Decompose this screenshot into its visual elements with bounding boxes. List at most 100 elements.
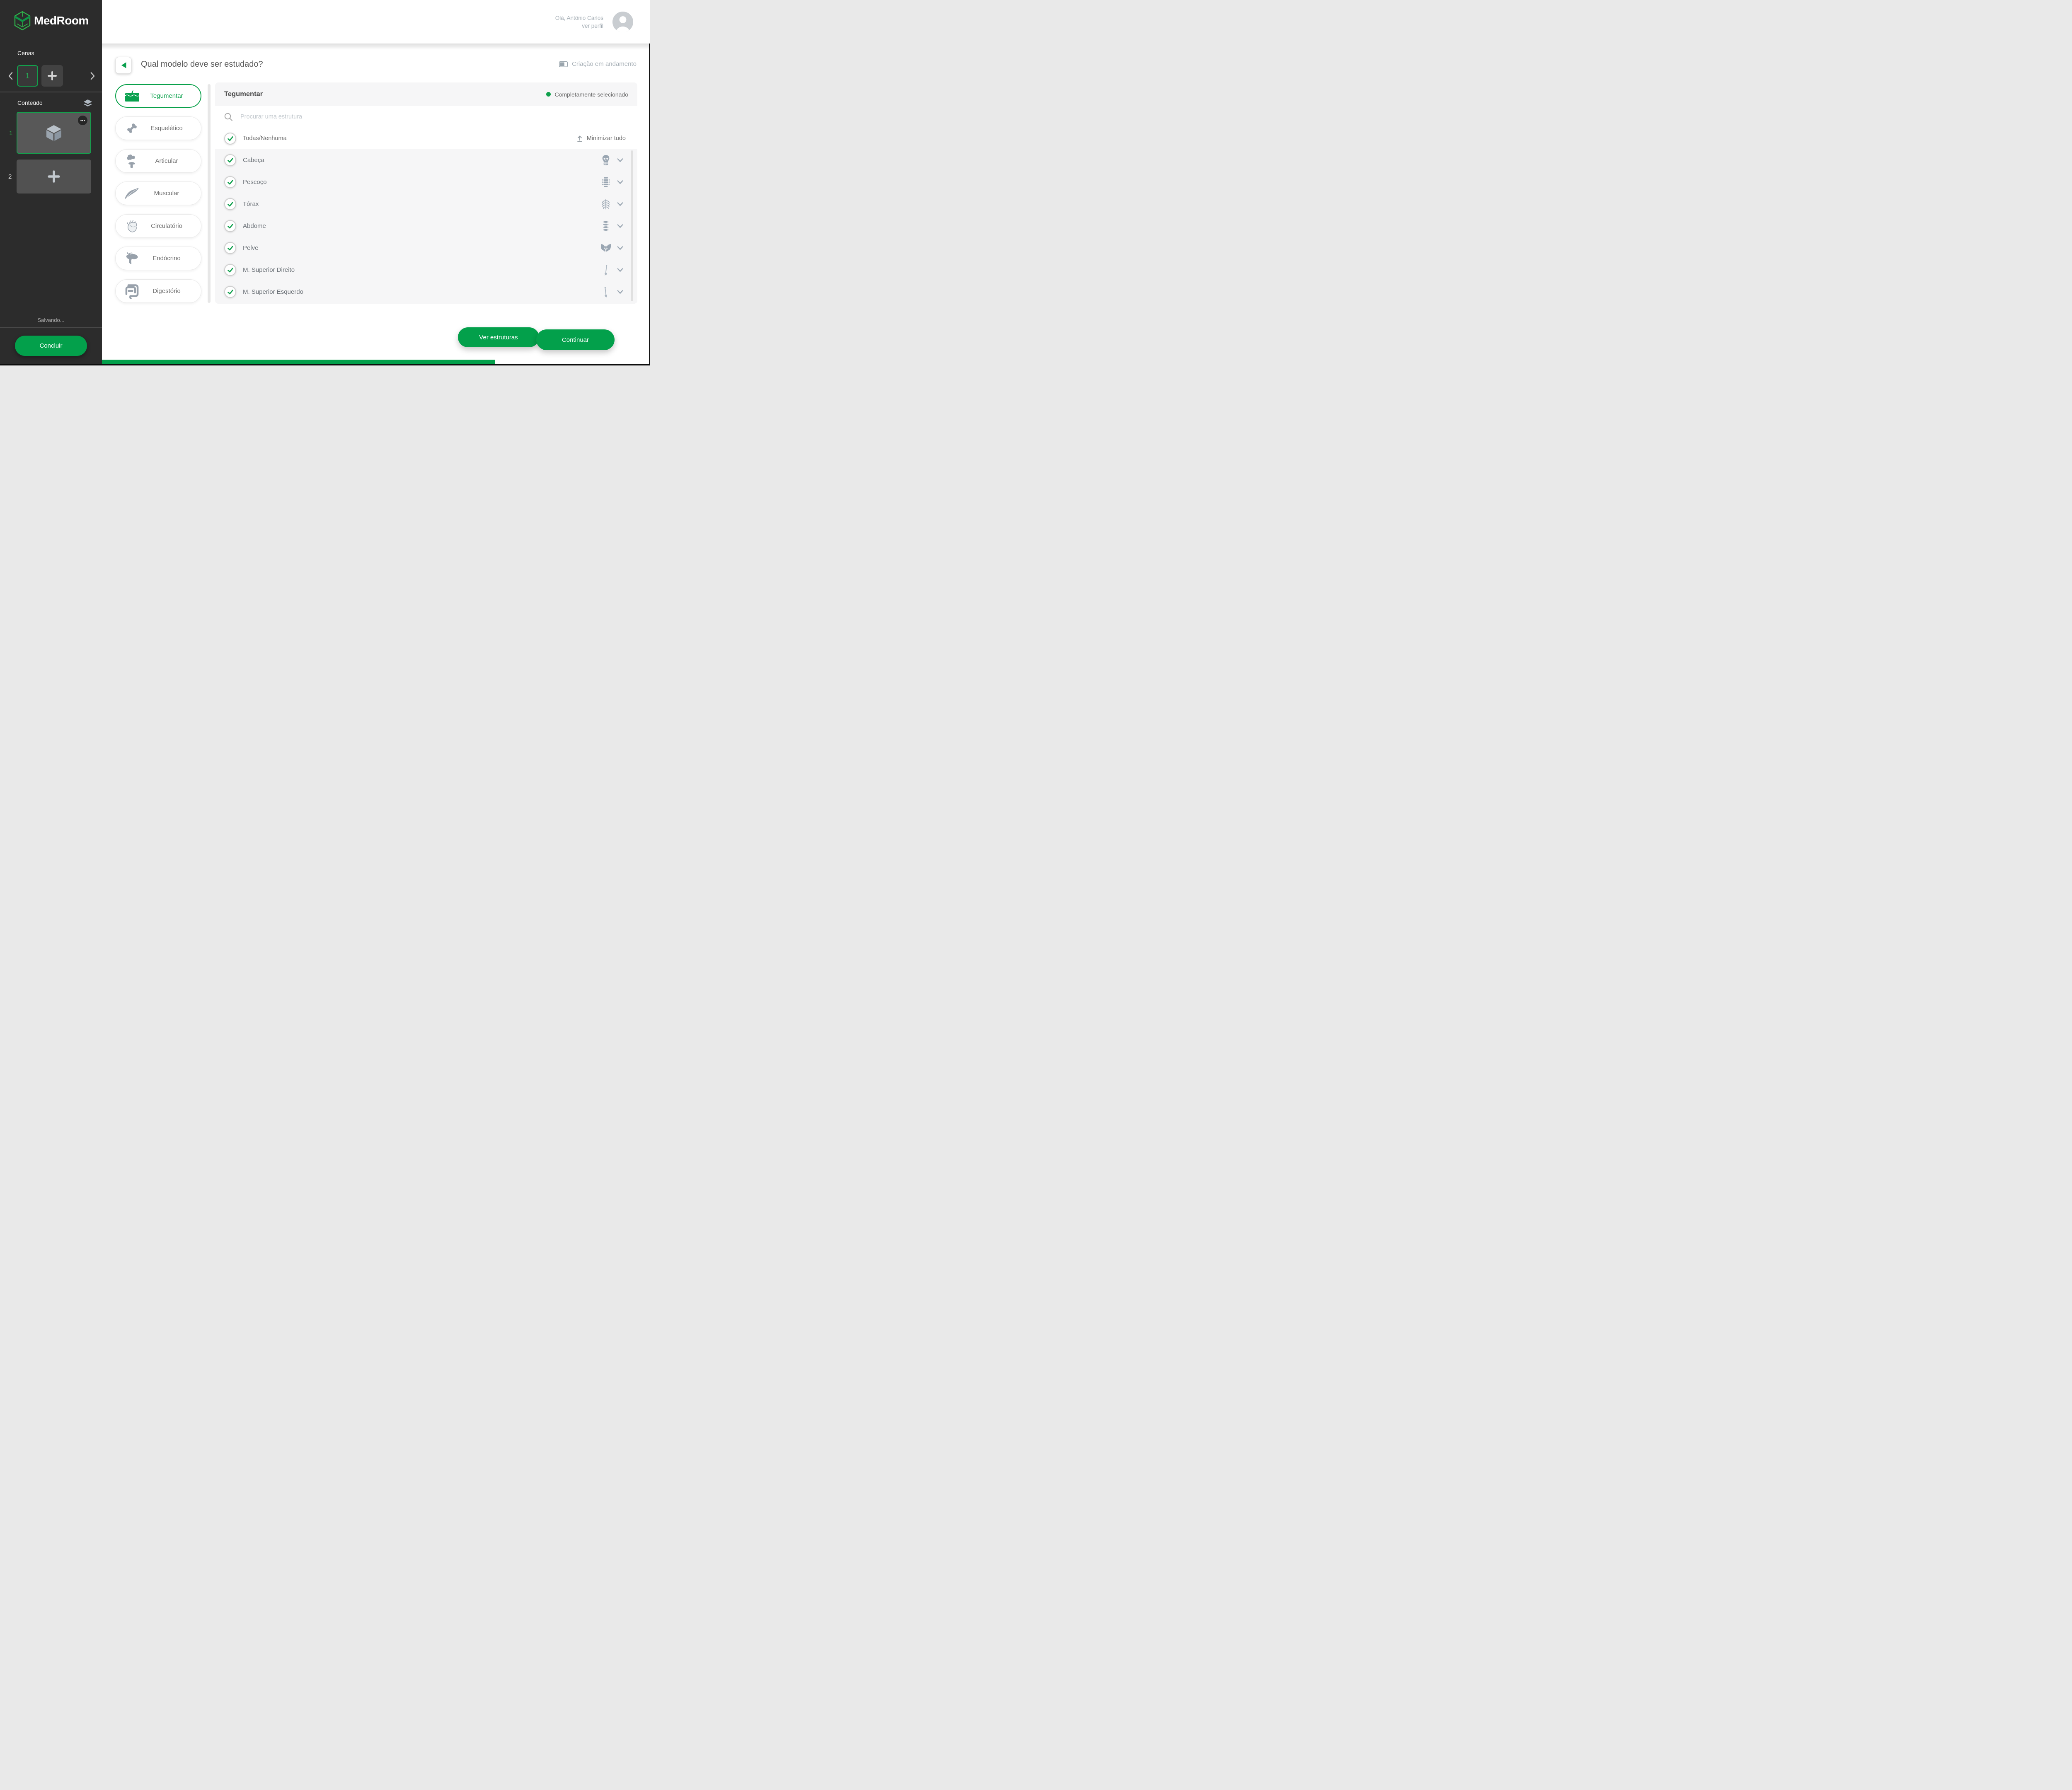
topbar-shadow <box>102 44 650 50</box>
skull-icon <box>600 155 611 165</box>
intestine-icon <box>124 283 140 299</box>
selection-status: Completamente selecionado <box>546 91 628 98</box>
person-icon <box>612 12 633 32</box>
sidebar: MedRoom Cenas 1 Conteúdo 1 2 Salvando...… <box>0 0 102 365</box>
collapse-all-button[interactable]: Minimizar tudo <box>574 134 628 143</box>
check-icon <box>227 246 233 251</box>
region-row-m-superior-esquerdo[interactable]: M. Superior Esquerdo <box>215 281 637 303</box>
content-item-model[interactable] <box>17 112 91 154</box>
ver-estruturas-button[interactable]: Ver estruturas <box>458 327 539 347</box>
lumbar-spine-icon <box>600 221 611 232</box>
layers-icon <box>84 99 92 106</box>
scenes-title: Cenas <box>17 50 34 56</box>
selection-status-label: Completamente selecionado <box>554 91 628 98</box>
scenes-next-button[interactable] <box>88 71 97 82</box>
system-button-tegumentar[interactable]: Tegumentar <box>115 84 201 108</box>
panel-header: Tegumentar Completamente selecionado <box>215 82 637 106</box>
content-item-number: 1 <box>9 130 13 137</box>
region-row-m-superior-direito[interactable]: M. Superior Direito <box>215 259 637 281</box>
region-checkbox[interactable] <box>224 220 236 232</box>
chevron-down-icon[interactable] <box>617 158 623 162</box>
greeting-text: Olá, Antônio Carlos <box>555 15 603 21</box>
region-checkbox[interactable] <box>224 154 236 166</box>
check-icon <box>227 180 233 185</box>
concluir-button[interactable]: Concluir <box>15 336 87 356</box>
plus-icon <box>48 71 57 80</box>
pancreas-icon <box>124 252 140 265</box>
chevron-down-icon[interactable] <box>617 268 623 272</box>
collapse-arrow-icon <box>577 135 582 142</box>
brand: MedRoom <box>14 11 89 31</box>
saving-status: Salvando... <box>37 317 65 323</box>
ellipsis-icon <box>80 120 85 121</box>
page-title: Qual modelo deve ser estudado? <box>141 60 263 69</box>
sidebar-divider <box>0 327 102 328</box>
scene-number: 1 <box>25 71 30 80</box>
content-item-add[interactable] <box>17 160 91 194</box>
toggle-icon[interactable] <box>559 61 568 67</box>
select-all-row: Todas/Nenhuma Minimizar tudo <box>215 128 637 149</box>
heart-icon <box>124 220 140 233</box>
avatar[interactable] <box>612 12 633 32</box>
add-scene-button[interactable] <box>41 65 63 87</box>
search-icon <box>224 113 232 121</box>
medroom-logo-icon <box>14 11 31 31</box>
cervical-vertebrae-icon <box>600 177 611 187</box>
region-row-pescoco[interactable]: Pescoço <box>215 171 637 193</box>
region-row-torax[interactable]: Tórax <box>215 193 637 215</box>
system-button-circulatorio[interactable]: Circulatório <box>115 214 201 238</box>
pelvis-icon <box>600 244 611 253</box>
scene-thumbnail-1[interactable]: 1 <box>17 65 38 87</box>
view-profile-link[interactable]: ver perfil <box>555 22 603 30</box>
panel-controls: Todas/Nenhuma Minimizar tudo <box>215 106 637 149</box>
check-icon <box>227 158 233 163</box>
system-button-muscular[interactable]: Muscular <box>115 181 201 205</box>
region-checkbox[interactable] <box>224 176 236 188</box>
chevron-right-icon <box>90 72 94 80</box>
scenes-prev-button[interactable] <box>6 71 15 82</box>
arm-bone-icon <box>600 286 611 298</box>
check-icon <box>227 290 233 295</box>
back-button[interactable] <box>115 57 132 74</box>
select-all-label: Todas/Nenhuma <box>243 135 287 142</box>
content-title: Conteúdo <box>17 99 43 106</box>
region-list: Cabeça Pescoço Tórax Abdome Pelve M. Sup… <box>215 149 637 304</box>
region-row-pelve[interactable]: Pelve <box>215 237 637 259</box>
arm-bone-icon <box>600 264 611 276</box>
chevron-down-icon[interactable] <box>617 224 623 228</box>
select-all-checkbox[interactable] <box>224 132 236 145</box>
cube-icon <box>46 125 61 141</box>
system-button-articular[interactable]: Articular <box>115 149 201 173</box>
region-row-abdome[interactable]: Abdome <box>215 215 637 237</box>
chevron-down-icon[interactable] <box>617 246 623 250</box>
system-button-esqueletico[interactable]: Esquelético <box>115 116 201 140</box>
system-button-endocrino[interactable]: Endócrino <box>115 247 201 270</box>
chevron-down-icon[interactable] <box>617 180 623 184</box>
continuar-button[interactable]: Continuar <box>536 329 615 350</box>
panel-scrollbar[interactable] <box>631 150 633 301</box>
ribcage-icon <box>600 199 611 210</box>
chevron-down-icon[interactable] <box>617 290 623 294</box>
check-icon <box>227 202 233 207</box>
layers-button[interactable] <box>84 99 92 109</box>
search-row <box>215 106 637 128</box>
system-button-digestorio[interactable]: Digestório <box>115 279 201 303</box>
check-icon <box>227 268 233 273</box>
muscle-icon <box>124 187 140 200</box>
search-input[interactable] <box>240 113 414 121</box>
progress-bar <box>102 360 495 364</box>
content-item-menu-button[interactable] <box>78 116 87 125</box>
chevron-down-icon[interactable] <box>617 202 623 206</box>
plus-icon <box>48 170 60 183</box>
region-checkbox[interactable] <box>224 286 236 298</box>
region-checkbox[interactable] <box>224 242 236 254</box>
chevron-left-icon <box>8 72 12 80</box>
region-checkbox[interactable] <box>224 264 236 276</box>
skin-icon <box>124 90 140 102</box>
brand-name: MedRoom <box>34 14 89 27</box>
region-checkbox[interactable] <box>224 198 236 210</box>
systems-scrollbar[interactable] <box>208 84 211 303</box>
region-row-cabeca[interactable]: Cabeça <box>215 149 637 171</box>
window-bottom-edge <box>0 364 650 365</box>
creation-status-label: Criação em andamento <box>572 60 637 68</box>
